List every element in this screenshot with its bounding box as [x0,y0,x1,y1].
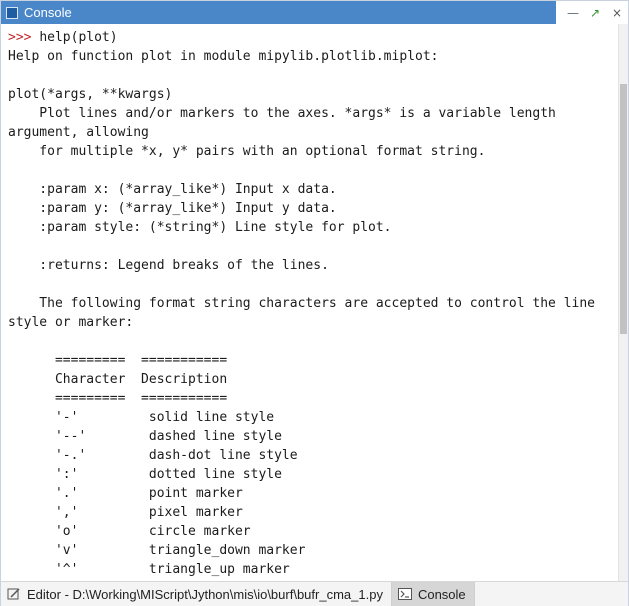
vertical-scrollbar[interactable] [618,24,628,581]
console-line: '--' dashed line style [8,427,608,446]
console-line-text: '--' dashed line style [8,429,282,444]
console-line: ========= =========== [8,351,608,370]
console-line: '^' triangle_up marker [8,560,608,579]
console-line: Help on function plot in module mipylib.… [8,47,608,66]
console-icon [397,588,412,600]
tab-console-label: Console [417,586,466,602]
window-controls: — ↗ × [556,1,628,24]
console-line: ',' pixel marker [8,503,608,522]
console-line: >>> help(plot) [8,28,608,47]
console-line-text: :returns: Legend breaks of the lines. [8,258,329,273]
console-line-text: :param style: (*string*) Line style for … [8,220,392,235]
tab-editor[interactable]: Editor - D:\Working\MIScript\Jython\mis\… [1,582,392,606]
console-line: '-.' dash-dot line style [8,446,608,465]
console-line: Plot lines and/or markers to the axes. *… [8,104,608,123]
console-line-text: :param x: (*array_like*) Input x data. [8,182,337,197]
console-line: Character Description [8,370,608,389]
undock-button[interactable]: ↗ [584,4,606,22]
scrollbar-thumb[interactable] [620,84,627,334]
console-line-text: ':' dotted line style [8,467,282,482]
console-line: The following format string characters a… [8,294,608,313]
console-line: 'o' circle marker [8,522,608,541]
title-bar[interactable]: Console — ↗ × [1,1,628,24]
console-line-text: ========= =========== [8,391,228,406]
console-line-text: '^' triangle_up marker [8,562,290,577]
editor-icon [7,588,21,600]
console-line-text: '.' point marker [8,486,243,501]
console-line-text: ========= =========== [8,353,228,368]
minimize-button[interactable]: — [562,4,584,22]
console-line-text: for multiple *x, y* pairs with an option… [8,144,486,159]
console-line: 'v' triangle_down marker [8,541,608,560]
console-line-text: The following format string characters a… [8,296,595,311]
tab-console[interactable]: Console [391,582,475,606]
console-text[interactable]: >>> help(plot) Help on function plot in m… [8,28,608,579]
console-window: Console — ↗ × >>> help(plot) Help on func… [0,0,629,606]
console-line-text: '-' solid line style [8,410,275,425]
console-line: '-' solid line style [8,408,608,427]
console-line: :param style: (*string*) Line style for … [8,218,608,237]
console-line-text: plot(*args, **kwargs) [8,87,173,102]
console-line-text: help(plot) [39,30,118,45]
window-title: Console [24,5,72,20]
console-line-text: :param y: (*array_like*) Input y data. [8,201,337,216]
console-line-text: argument, allowing [8,125,149,140]
console-line-text: '-.' dash-dot line style [8,448,298,463]
console-line: :returns: Legend breaks of the lines. [8,256,608,275]
console-line: style or marker: [8,313,608,332]
console-line-text: ',' pixel marker [8,505,243,520]
console-line: argument, allowing [8,123,608,142]
console-line: :param x: (*array_like*) Input x data. [8,180,608,199]
console-line: :param y: (*array_like*) Input y data. [8,199,608,218]
console-line: ':' dotted line style [8,465,608,484]
close-button[interactable]: × [606,4,628,22]
console-line-text: 'v' triangle_down marker [8,543,306,558]
bottom-tab-bar: Editor - D:\Working\MIScript\Jython\mis\… [1,581,628,606]
console-line: ========= =========== [8,389,608,408]
console-line-text: 'o' circle marker [8,524,251,539]
console-line: plot(*args, **kwargs) [8,85,608,104]
console-prompt: >>> [8,30,40,45]
console-line: '.' point marker [8,484,608,503]
console-line-text: Help on function plot in module mipylib.… [8,49,439,64]
console-line-text: Plot lines and/or markers to the axes. *… [8,106,556,121]
console-window-icon [6,6,18,19]
console-line-text: Character Description [8,372,228,387]
console-line: for multiple *x, y* pairs with an option… [8,142,608,161]
console-line-text: style or marker: [8,315,134,330]
tab-editor-label: Editor - D:\Working\MIScript\Jython\mis\… [27,586,383,602]
console-output[interactable]: >>> help(plot) Help on function plot in m… [1,24,620,581]
